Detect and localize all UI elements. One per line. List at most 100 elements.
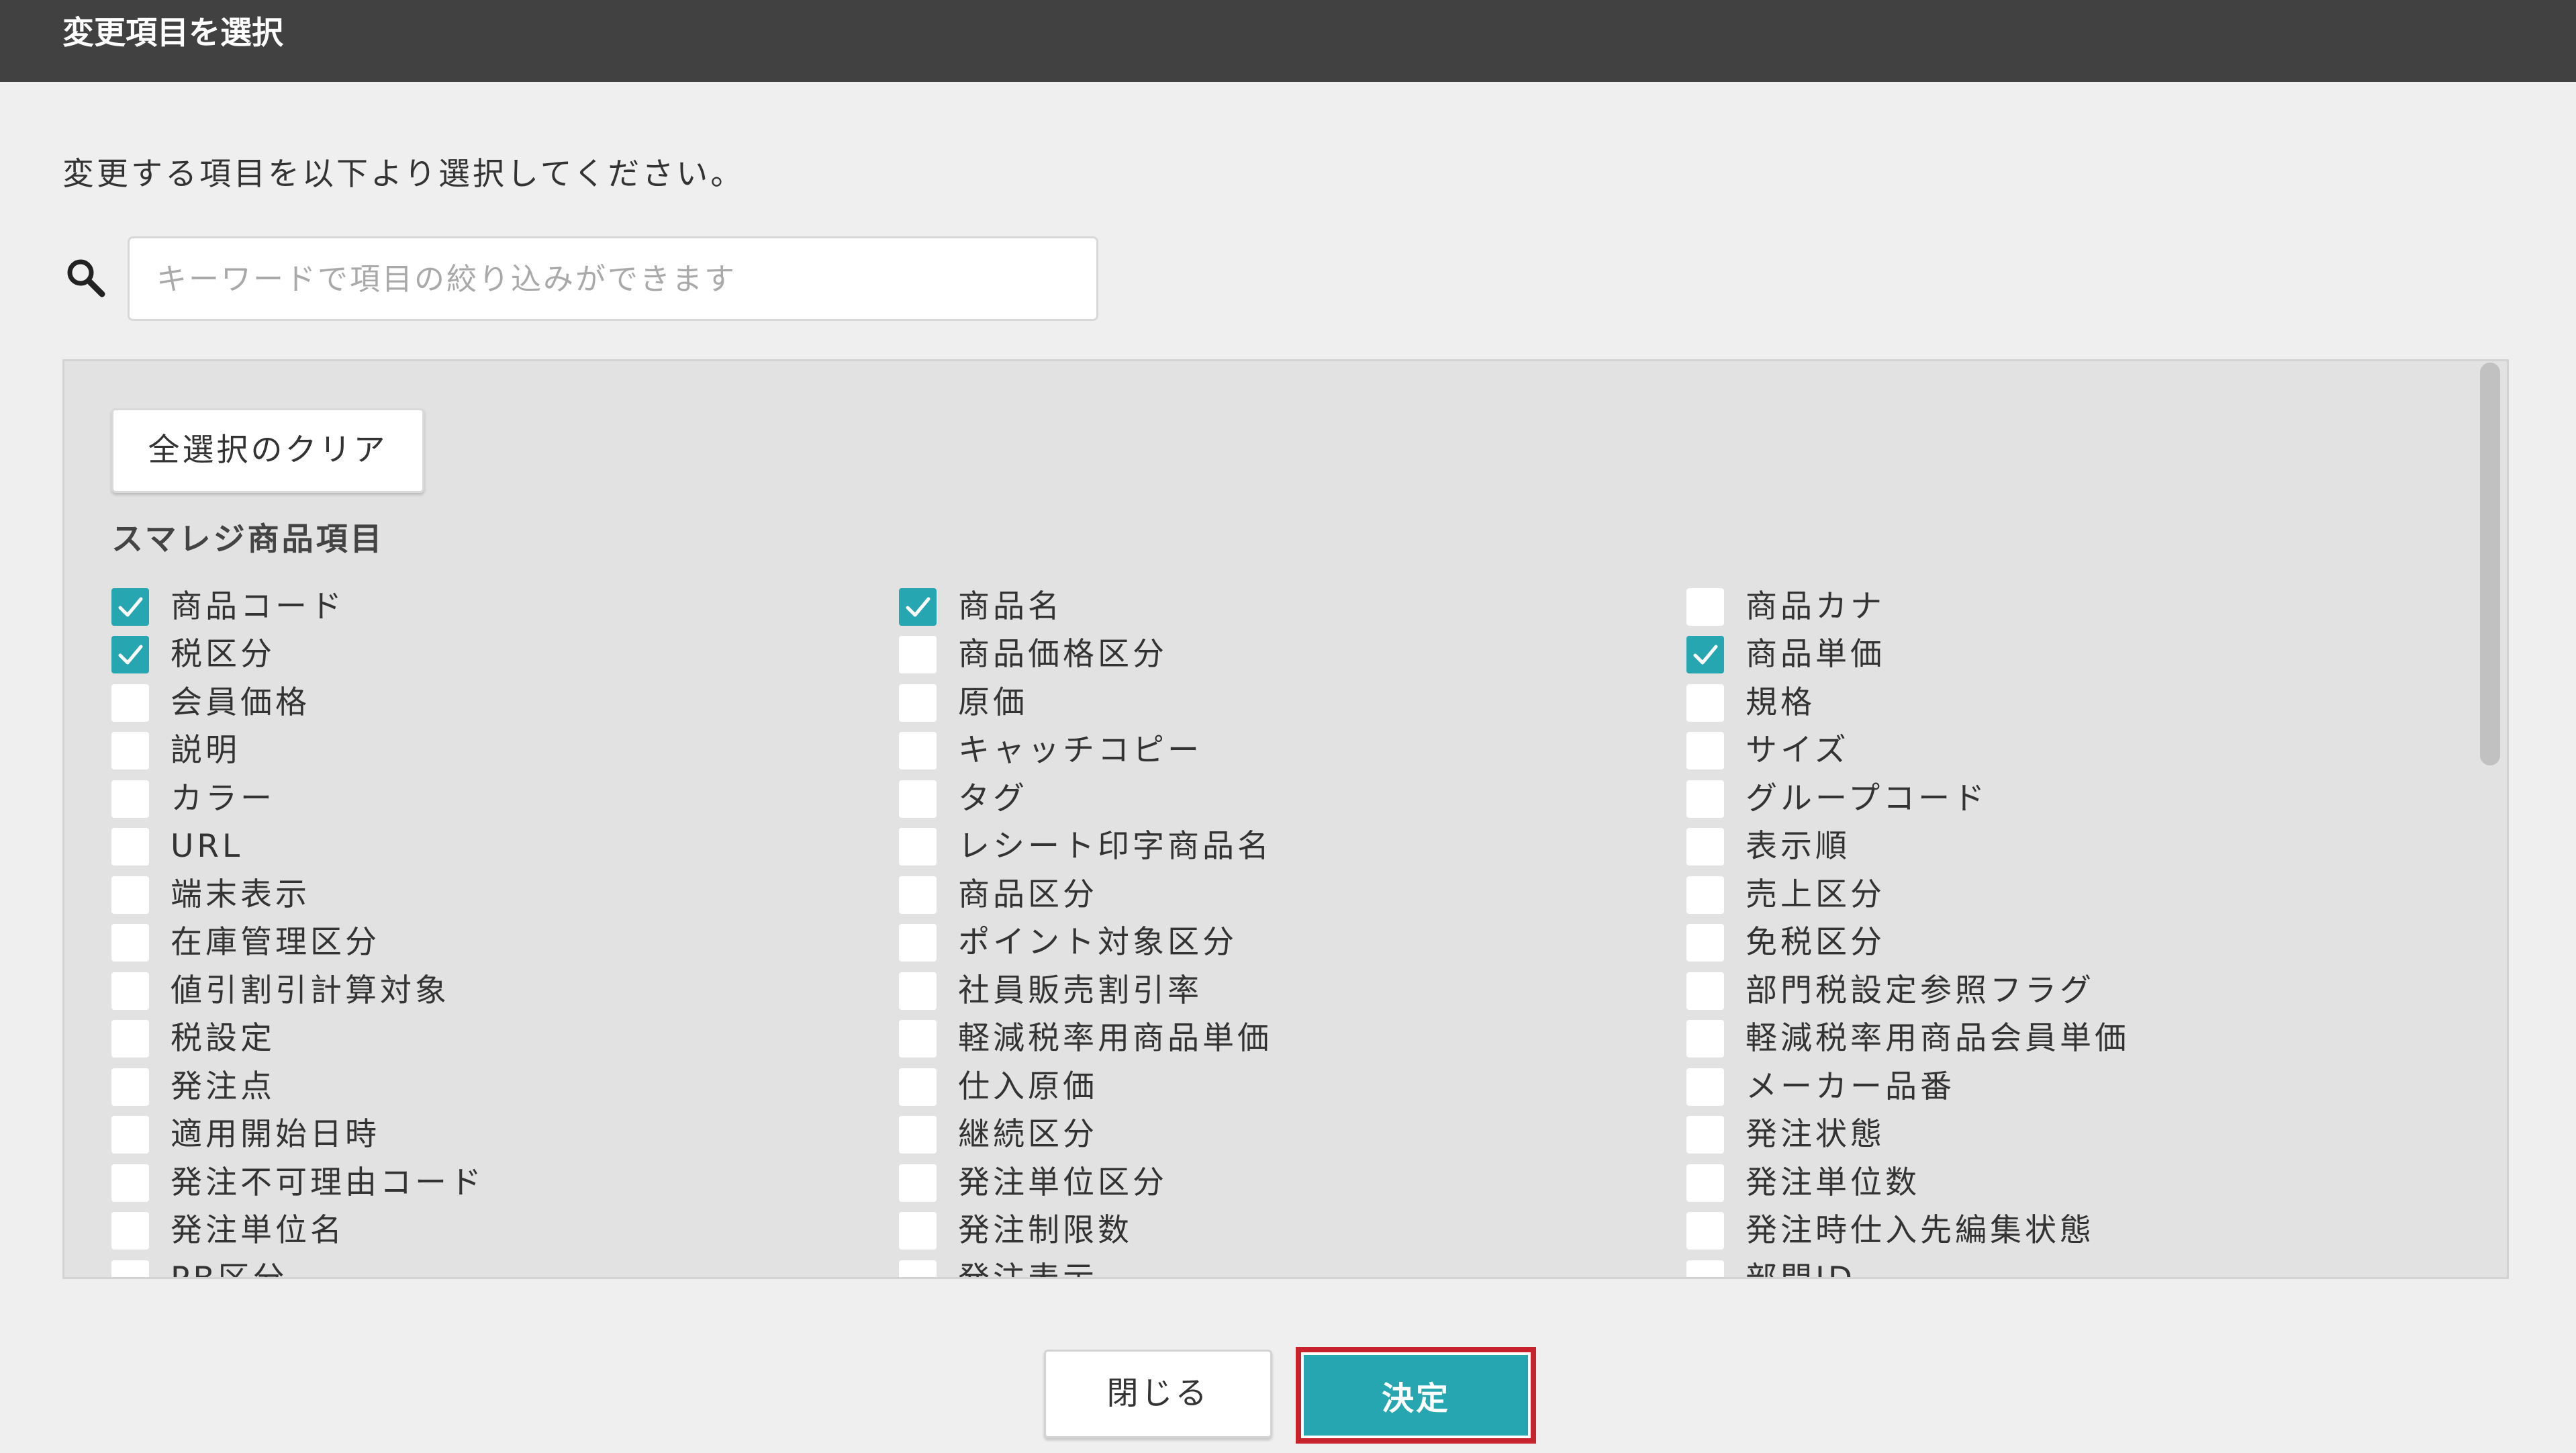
checkbox-unchecked[interactable] bbox=[111, 1116, 149, 1154]
search-icon bbox=[67, 259, 105, 297]
checkbox-unchecked[interactable] bbox=[899, 1212, 937, 1250]
checkbox-unchecked[interactable] bbox=[111, 1164, 149, 1202]
checkbox-unchecked[interactable] bbox=[1686, 1020, 1724, 1058]
checkbox-unchecked[interactable] bbox=[111, 972, 149, 1010]
checkbox-item[interactable]: カラー bbox=[111, 775, 899, 823]
search-input[interactable] bbox=[128, 236, 1098, 321]
checkbox-item[interactable]: 発注状態 bbox=[1686, 1111, 2448, 1160]
checkbox-item[interactable]: 軽減税率用商品単価 bbox=[899, 1015, 1686, 1064]
checkbox-item[interactable]: 発注表示 bbox=[899, 1255, 1686, 1277]
checkbox-item[interactable]: 発注制限数 bbox=[899, 1207, 1686, 1256]
checkbox-checked[interactable] bbox=[111, 636, 149, 674]
checkbox-unchecked[interactable] bbox=[1686, 588, 1724, 626]
checkbox-item[interactable]: タグ bbox=[899, 775, 1686, 823]
checkbox-item[interactable]: 規格 bbox=[1686, 679, 2448, 727]
checkbox-unchecked[interactable] bbox=[899, 1164, 937, 1202]
checkbox-item[interactable]: レシート印字商品名 bbox=[899, 823, 1686, 872]
list-scrollbar[interactable] bbox=[2480, 363, 2506, 1276]
checkbox-item[interactable]: 商品価格区分 bbox=[899, 631, 1686, 679]
checkbox-item[interactable]: 商品単価 bbox=[1686, 631, 2448, 679]
checkbox-item[interactable]: 商品名 bbox=[899, 583, 1686, 631]
checkbox-item[interactable]: サイズ bbox=[1686, 727, 2448, 776]
checkbox-unchecked[interactable] bbox=[899, 1116, 937, 1154]
checkbox-unchecked[interactable] bbox=[111, 1020, 149, 1058]
checkbox-unchecked[interactable] bbox=[899, 1260, 937, 1277]
checkbox-item[interactable]: キャッチコピー bbox=[899, 727, 1686, 776]
checkbox-item[interactable]: 発注不可理由コード bbox=[111, 1159, 899, 1207]
checkbox-unchecked[interactable] bbox=[1686, 780, 1724, 818]
checkbox-unchecked[interactable] bbox=[1686, 924, 1724, 962]
checkbox-item[interactable]: 税区分 bbox=[111, 631, 899, 679]
confirm-button[interactable]: 決定 bbox=[1304, 1355, 1528, 1436]
checkbox-item[interactable]: 発注単位数 bbox=[1686, 1159, 2448, 1207]
checkbox-unchecked[interactable] bbox=[111, 828, 149, 866]
checkbox-unchecked[interactable] bbox=[1686, 972, 1724, 1010]
checkbox-unchecked[interactable] bbox=[1686, 1260, 1724, 1277]
checkbox-label: 商品価格区分 bbox=[958, 636, 1167, 673]
dialog-description: 変更する項目を以下より選択してください。 bbox=[62, 156, 745, 193]
checkbox-unchecked[interactable] bbox=[1686, 1116, 1724, 1154]
checkbox-item[interactable]: 軽減税率用商品会員単価 bbox=[1686, 1015, 2448, 1064]
checkbox-item[interactable]: 説明 bbox=[111, 727, 899, 776]
checkbox-unchecked[interactable] bbox=[899, 876, 937, 914]
checkbox-item[interactable]: 発注点 bbox=[111, 1063, 899, 1111]
checkbox-unchecked[interactable] bbox=[899, 972, 937, 1010]
checkbox-unchecked[interactable] bbox=[111, 780, 149, 818]
checkbox-item[interactable]: 税設定 bbox=[111, 1015, 899, 1064]
checkbox-item[interactable]: 原価 bbox=[899, 679, 1686, 727]
clear-selection-button[interactable]: 全選択のクリア bbox=[111, 408, 424, 493]
checkbox-unchecked[interactable] bbox=[899, 924, 937, 962]
checkbox-item[interactable]: 仕入原価 bbox=[899, 1063, 1686, 1111]
checkbox-item[interactable]: 免税区分 bbox=[1686, 919, 2448, 968]
checkbox-item[interactable]: ポイント対象区分 bbox=[899, 919, 1686, 968]
checkbox-unchecked[interactable] bbox=[899, 1020, 937, 1058]
checkbox-unchecked[interactable] bbox=[899, 780, 937, 818]
list-scrollbar-thumb[interactable] bbox=[2480, 363, 2500, 765]
checkbox-item[interactable]: URL bbox=[111, 823, 899, 872]
checkbox-unchecked[interactable] bbox=[1686, 828, 1724, 866]
checkbox-unchecked[interactable] bbox=[1686, 876, 1724, 914]
checkbox-unchecked[interactable] bbox=[111, 1260, 149, 1277]
checkbox-item[interactable]: 適用開始日時 bbox=[111, 1111, 899, 1160]
checkbox-item[interactable]: 商品コード bbox=[111, 583, 899, 631]
checkbox-item[interactable]: メーカー品番 bbox=[1686, 1063, 2448, 1111]
checkbox-unchecked[interactable] bbox=[1686, 732, 1724, 770]
checkbox-unchecked[interactable] bbox=[1686, 1164, 1724, 1202]
checkbox-item[interactable]: 売上区分 bbox=[1686, 871, 2448, 919]
checkbox-item[interactable]: PB区分 bbox=[111, 1255, 899, 1277]
checkbox-unchecked[interactable] bbox=[1686, 1212, 1724, 1250]
checkbox-unchecked[interactable] bbox=[899, 828, 937, 866]
checkbox-item[interactable]: 会員価格 bbox=[111, 679, 899, 727]
close-button[interactable]: 閉じる bbox=[1044, 1350, 1272, 1438]
checkbox-checked[interactable] bbox=[111, 588, 149, 626]
checkbox-item[interactable]: 値引割引計算対象 bbox=[111, 967, 899, 1015]
checkbox-item[interactable]: 発注時仕入先編集状態 bbox=[1686, 1207, 2448, 1256]
checkbox-item[interactable]: 発注単位区分 bbox=[899, 1159, 1686, 1207]
checkbox-unchecked[interactable] bbox=[111, 924, 149, 962]
checkbox-label: 免税区分 bbox=[1746, 924, 1885, 962]
checkbox-unchecked[interactable] bbox=[111, 876, 149, 914]
checkbox-item[interactable]: 部門ID bbox=[1686, 1255, 2448, 1277]
checkbox-item[interactable]: 商品カナ bbox=[1686, 583, 2448, 631]
checkbox-unchecked[interactable] bbox=[111, 684, 149, 722]
checkbox-unchecked[interactable] bbox=[1686, 684, 1724, 722]
checkbox-unchecked[interactable] bbox=[899, 1068, 937, 1106]
checkbox-item[interactable]: 端末表示 bbox=[111, 871, 899, 919]
checkbox-unchecked[interactable] bbox=[899, 636, 937, 674]
checkbox-item[interactable]: 社員販売割引率 bbox=[899, 967, 1686, 1015]
checkbox-item[interactable]: 表示順 bbox=[1686, 823, 2448, 872]
checkbox-item[interactable]: 商品区分 bbox=[899, 871, 1686, 919]
checkbox-item[interactable]: 発注単位名 bbox=[111, 1207, 899, 1256]
checkbox-item[interactable]: グループコード bbox=[1686, 775, 2448, 823]
checkbox-unchecked[interactable] bbox=[899, 732, 937, 770]
checkbox-checked[interactable] bbox=[1686, 636, 1724, 674]
checkbox-unchecked[interactable] bbox=[1686, 1068, 1724, 1106]
checkbox-unchecked[interactable] bbox=[899, 684, 937, 722]
checkbox-item[interactable]: 部門税設定参照フラグ bbox=[1686, 967, 2448, 1015]
checkbox-unchecked[interactable] bbox=[111, 1068, 149, 1106]
checkbox-item[interactable]: 在庫管理区分 bbox=[111, 919, 899, 968]
checkbox-checked[interactable] bbox=[899, 588, 937, 626]
checkbox-unchecked[interactable] bbox=[111, 1212, 149, 1250]
checkbox-unchecked[interactable] bbox=[111, 732, 149, 770]
checkbox-item[interactable]: 継続区分 bbox=[899, 1111, 1686, 1160]
